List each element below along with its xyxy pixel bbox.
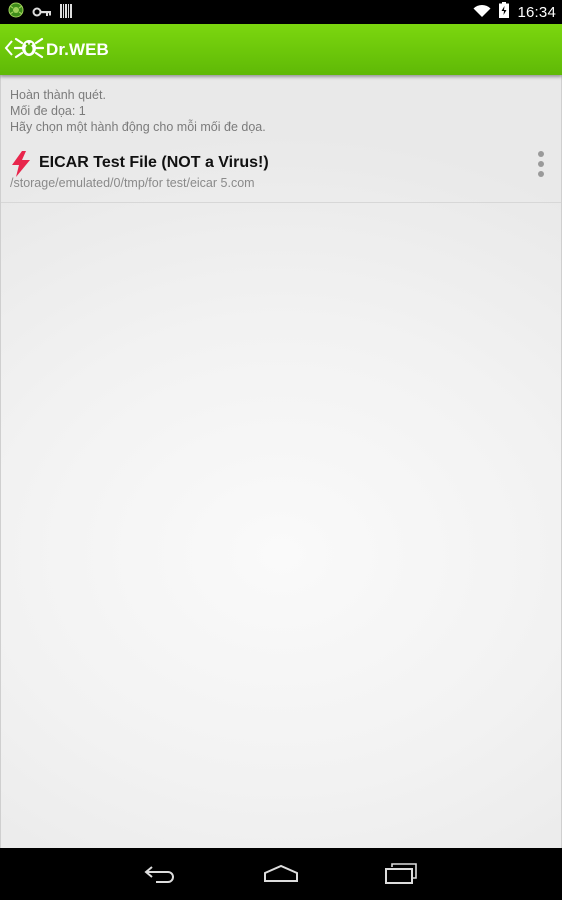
scan-summary: Hoàn thành quét. Mối đe dọa: 1 Hãy chọn … bbox=[1, 75, 561, 135]
action-bar: Dr.WEB bbox=[0, 24, 562, 75]
threat-path: /storage/emulated/0/tmp/for test/eicar 5… bbox=[10, 176, 255, 190]
app-notification-icon bbox=[8, 2, 24, 22]
status-bar: 16:34 bbox=[0, 0, 562, 24]
home-icon[interactable] bbox=[257, 854, 305, 894]
back-icon[interactable] bbox=[137, 854, 185, 894]
chevron-left-icon bbox=[4, 39, 14, 61]
status-system: 16:34 bbox=[473, 2, 556, 22]
status-time: 16:34 bbox=[517, 3, 556, 21]
overflow-menu-icon[interactable] bbox=[531, 150, 551, 178]
key-icon bbox=[32, 3, 52, 22]
threat-name: EICAR Test File (NOT a Virus!) bbox=[39, 154, 269, 171]
action-prompt-text: Hãy chọn một hành động cho mỗi mối đe dọ… bbox=[10, 120, 266, 134]
android-screen: 16:34 Dr.WEB Hoàn thành quét. Mối đe dọa… bbox=[0, 0, 562, 900]
status-notifications bbox=[8, 2, 72, 22]
wifi-icon bbox=[473, 3, 491, 22]
threat-list-item[interactable]: EICAR Test File (NOT a Virus!) /storage/… bbox=[1, 145, 561, 203]
battery-icon bbox=[499, 2, 510, 22]
scan-results: Hoàn thành quét. Mối đe dọa: 1 Hãy chọn … bbox=[0, 75, 562, 848]
navigation-bar bbox=[0, 848, 562, 900]
recent-apps-icon[interactable] bbox=[377, 854, 425, 894]
barcode-icon bbox=[60, 3, 72, 22]
app-title: Dr.WEB bbox=[46, 39, 109, 59]
app-up-button[interactable]: Dr.WEB bbox=[4, 35, 109, 65]
scan-complete-text: Hoàn thành quét. bbox=[10, 88, 106, 102]
drweb-spider-icon bbox=[13, 35, 45, 65]
threat-count-text: Mối đe dọa: 1 bbox=[10, 104, 86, 118]
